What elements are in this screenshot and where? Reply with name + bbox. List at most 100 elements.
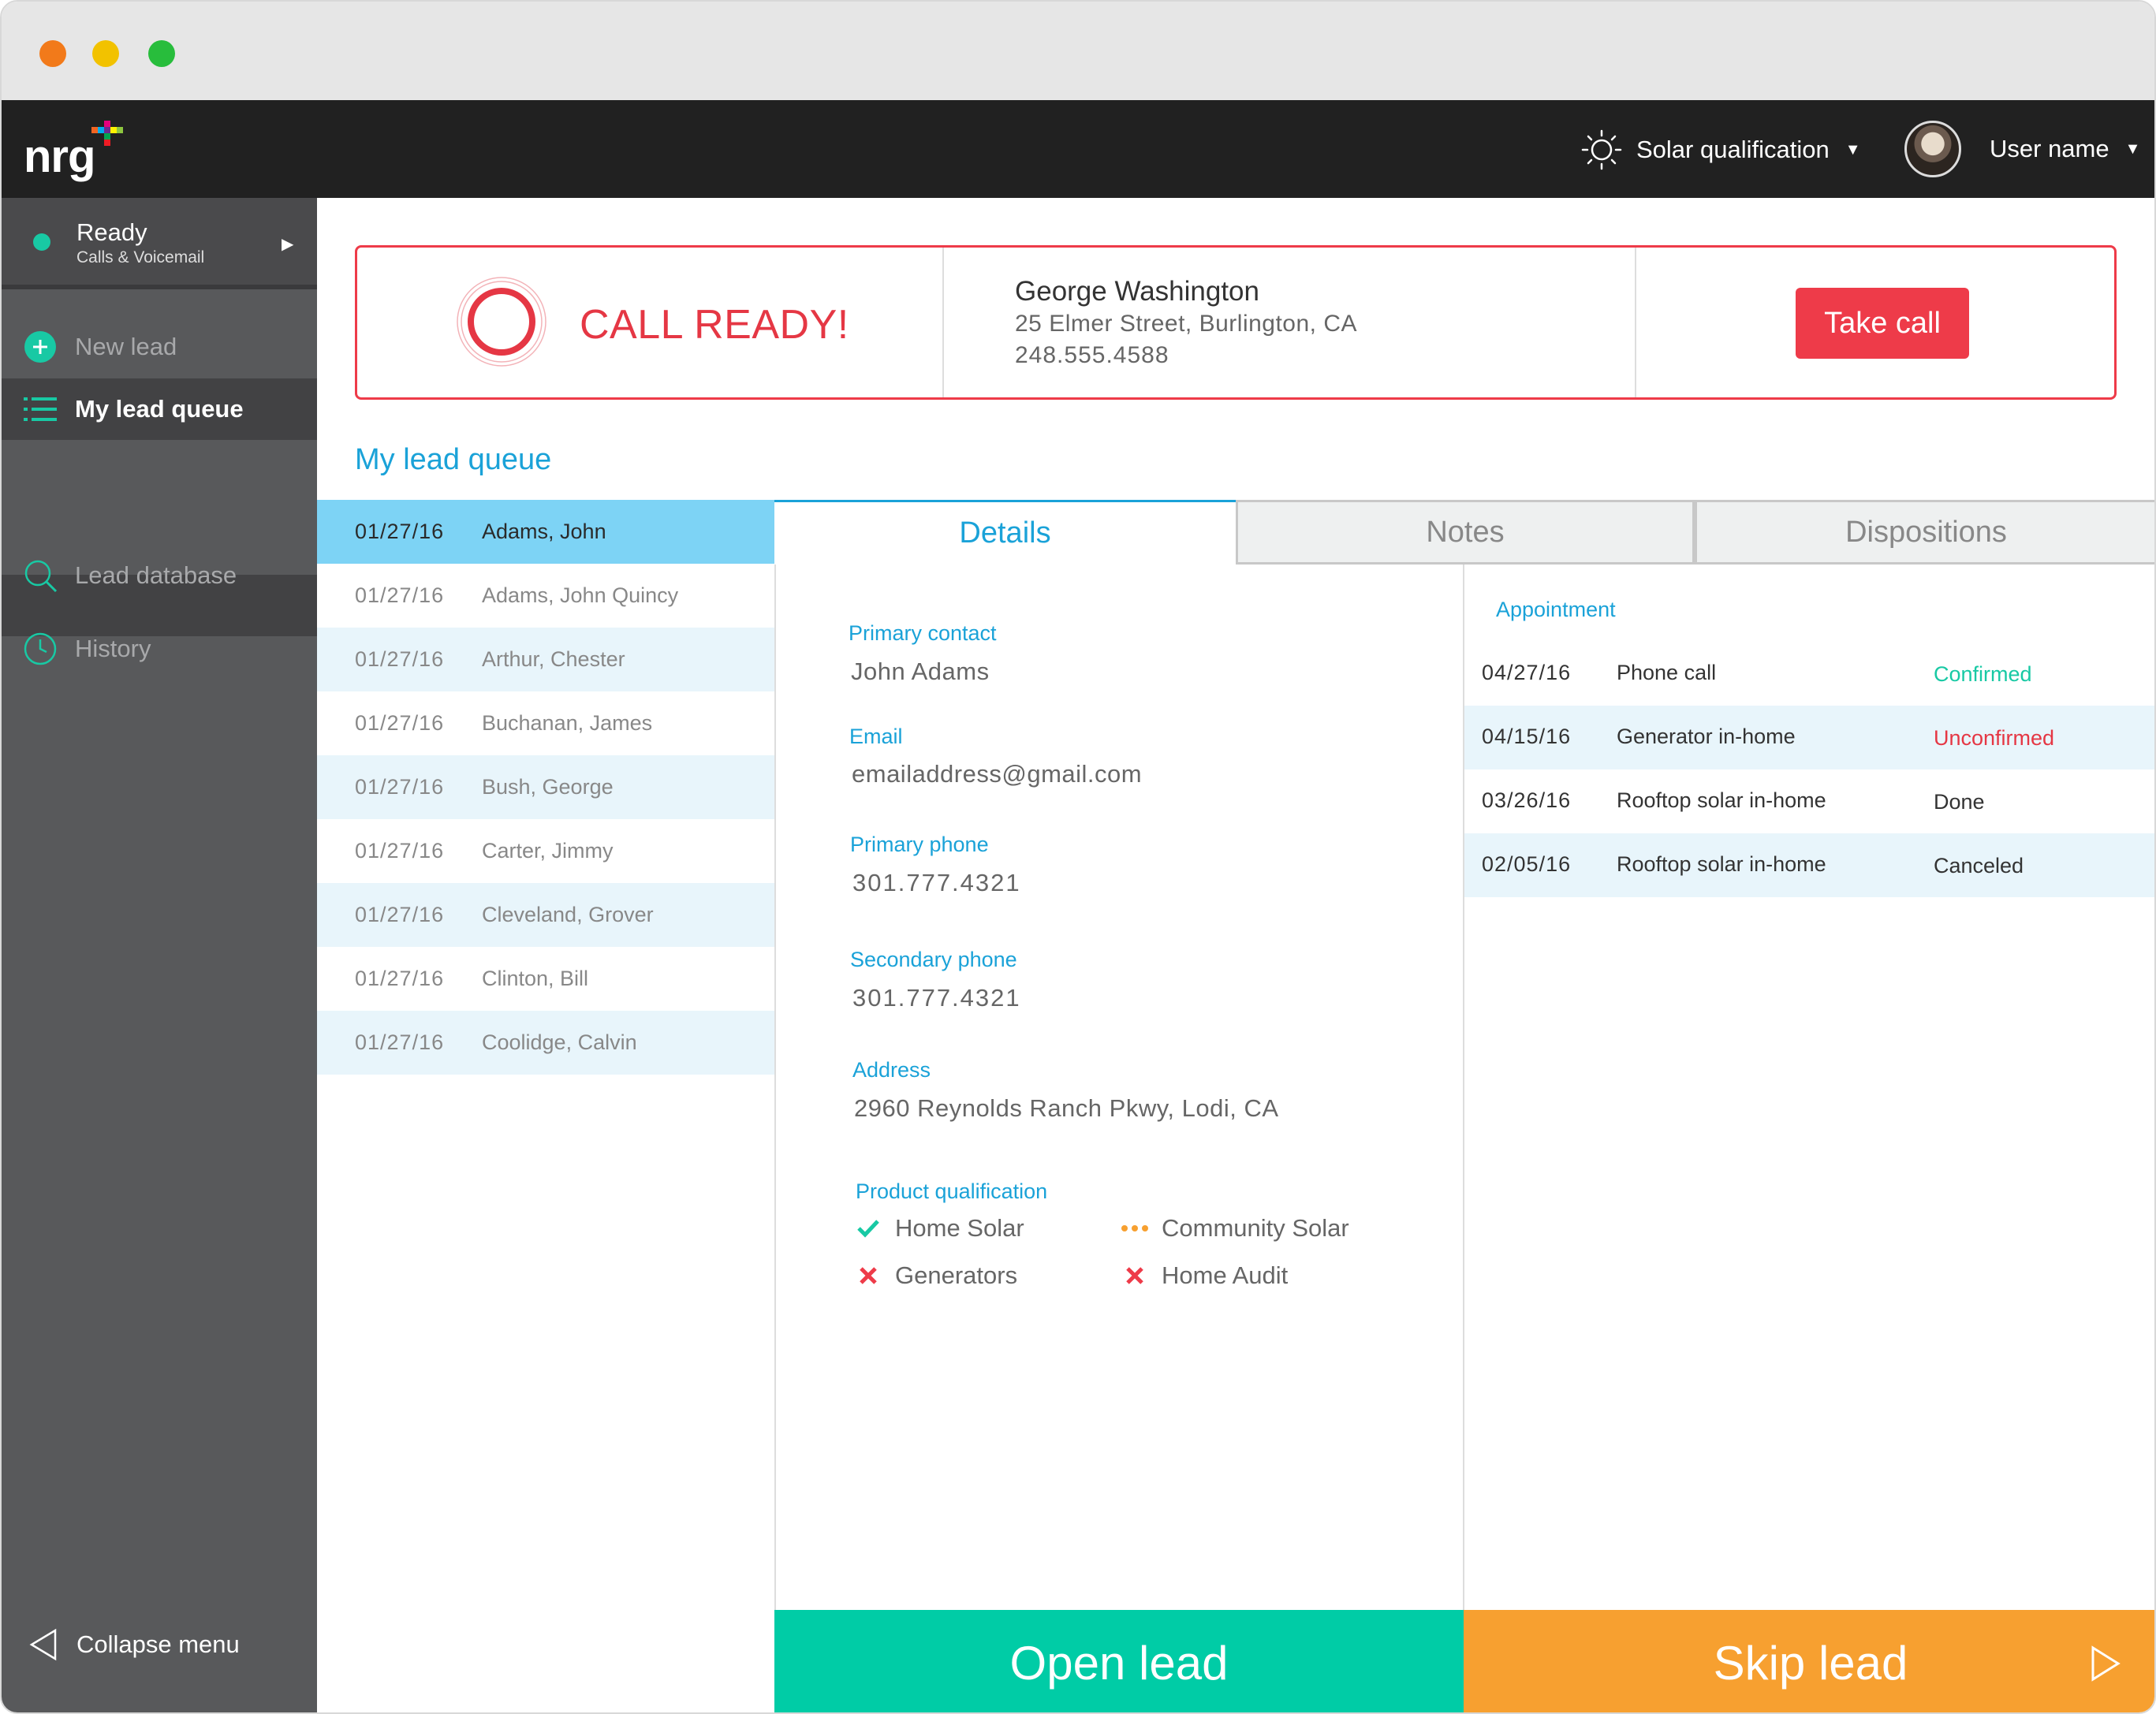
queue-name: Adams, John Quincy [482, 583, 679, 607]
tab-notes[interactable]: Notes [1236, 500, 1695, 565]
user-name: User name [1990, 135, 2109, 162]
caller-address: 25 Elmer Street, Burlington, CA [1015, 311, 1358, 337]
collapse-arrow-icon [29, 1628, 57, 1661]
queue-date: 01/27/16 [355, 647, 445, 671]
sidebar-item-new-lead[interactable]: New lead [2, 316, 317, 378]
agent-status[interactable]: Ready Calls & Voicemail ▶ [2, 198, 317, 289]
app-window: nrg Solar qualification ▼ User name ▼ Re… [0, 0, 2156, 1714]
queue-date: 01/27/16 [355, 903, 445, 926]
product-qualification-label: Product qualification [856, 1179, 1048, 1203]
lead-detail-panel: Details Notes Dispositions Primary conta… [774, 500, 2154, 1712]
queue-date: 01/27/16 [355, 839, 445, 863]
secondary-phone-label: Secondary phone [850, 948, 1017, 971]
queue-name: Arthur, Chester [482, 647, 625, 671]
queue-name: Carter, Jimmy [482, 839, 614, 863]
lead-queue-list: 01/27/16 Adams, John 01/27/16 Adams, Joh… [317, 500, 801, 1075]
appointment-row[interactable]: 02/05/16 Rooftop solar in-home Canceled [1464, 833, 2154, 897]
product-home-solar: Home Solar [852, 1214, 1024, 1243]
queue-row[interactable]: 01/27/16 Arthur, Chester [317, 628, 774, 691]
caller-phone: 248.555.4588 [1015, 342, 1169, 368]
close-window-button[interactable] [39, 40, 66, 67]
avatar [1904, 121, 1961, 177]
primary-phone-value[interactable]: 301.777.4321 [852, 869, 1021, 897]
appointment-row[interactable]: 04/15/16 Generator in-home Unconfirmed [1464, 706, 2154, 769]
check-icon [852, 1218, 884, 1239]
queue-row[interactable]: 01/27/16 Coolidge, Calvin [317, 1011, 774, 1075]
search-icon [24, 560, 58, 593]
queue-date: 01/27/16 [355, 967, 445, 990]
solar-qualification-dropdown[interactable]: Solar qualification ▼ [1581, 129, 1861, 171]
appointment-date: 03/26/16 [1482, 788, 1572, 812]
status-subtitle: Calls & Voicemail [76, 248, 205, 266]
user-menu[interactable]: User name ▼ [1904, 119, 2140, 179]
minimize-window-button[interactable] [92, 40, 119, 67]
queue-row[interactable]: 01/27/16 Bush, George [317, 755, 774, 819]
nrg-logo[interactable]: nrg [24, 116, 134, 187]
open-lead-button[interactable]: Open lead [774, 1610, 1464, 1712]
collapse-menu-button[interactable]: Collapse menu [2, 1617, 317, 1672]
queue-row[interactable]: 01/27/16 Clinton, Bill [317, 947, 774, 1011]
chevron-down-icon: ▼ [2124, 140, 2141, 158]
address-label: Address [852, 1058, 931, 1082]
collapse-menu-label: Collapse menu [76, 1630, 240, 1658]
tab-dispositions[interactable]: Dispositions [1695, 500, 2154, 565]
queue-name: Cleveland, Grover [482, 903, 654, 926]
sidebar-item-label: History [75, 635, 151, 662]
maximize-window-button[interactable] [148, 40, 175, 67]
primary-contact-value: John Adams [851, 658, 990, 685]
divider [942, 248, 944, 397]
caller-name: George Washington [1015, 276, 1259, 307]
list-icon [24, 397, 57, 421]
appointment-type: Phone call [1617, 661, 1717, 684]
appointment-row[interactable]: 04/27/16 Phone call Confirmed [1464, 642, 2154, 706]
queue-name: Adams, John [482, 520, 606, 543]
skip-lead-label: Skip lead [1713, 1636, 1908, 1690]
appointment-label: Appointment [1496, 598, 1616, 621]
appointment-row[interactable]: 03/26/16 Rooftop solar in-home Done [1464, 769, 2154, 833]
queue-row-selected[interactable]: 01/27/16 Adams, John [317, 500, 801, 564]
email-label: Email [849, 725, 903, 748]
appointment-date: 02/05/16 [1482, 852, 1572, 876]
queue-row[interactable]: 01/27/16 Cleveland, Grover [317, 883, 774, 947]
queue-date: 01/27/16 [355, 711, 445, 735]
appointment-type: Rooftop solar in-home [1617, 788, 1826, 812]
queue-row[interactable]: 01/27/16 Carter, Jimmy [317, 819, 774, 883]
sidebar-item-history[interactable]: History [2, 618, 317, 680]
skip-lead-button[interactable]: Skip lead [1464, 1610, 2154, 1712]
queue-name: Buchanan, James [482, 711, 653, 735]
incoming-call-panel: CALL READY! George Washington 25 Elmer S… [355, 245, 2117, 400]
divider [774, 565, 776, 1637]
appointment-status: Confirmed [1934, 662, 2032, 686]
pending-dots-icon [1119, 1224, 1151, 1232]
x-icon [852, 1266, 884, 1285]
appointment-status: Unconfirmed [1934, 726, 2055, 750]
product-name: Community Solar [1162, 1214, 1349, 1242]
address-value: 2960 Reynolds Ranch Pkwy, Lodi, CA [854, 1094, 1279, 1122]
tab-details[interactable]: Details [774, 500, 1236, 565]
sidebar-item-label: My lead queue [75, 395, 244, 423]
top-bar: nrg Solar qualification ▼ User name ▼ [2, 100, 2154, 198]
product-name: Home Audit [1162, 1261, 1289, 1289]
primary-contact-label: Primary contact [849, 621, 997, 645]
product-name: Generators [895, 1261, 1018, 1289]
email-value[interactable]: emailaddress@gmail.com [852, 760, 1142, 788]
product-home-audit: Home Audit [1119, 1261, 1288, 1290]
secondary-phone-value[interactable]: 301.777.4321 [852, 984, 1021, 1012]
play-arrow-icon [2091, 1645, 2121, 1682]
queue-row[interactable]: 01/27/16 Buchanan, James [317, 691, 774, 755]
queue-row[interactable]: 01/27/16 Adams, John Quincy [317, 564, 774, 628]
logo-dots-icon [91, 121, 123, 152]
take-call-button[interactable]: Take call [1796, 288, 1969, 359]
chevron-down-icon: ▼ [1845, 140, 1861, 158]
status-title: Ready [76, 218, 147, 246]
status-indicator-icon [33, 233, 50, 251]
sidebar-item-label: New lead [75, 333, 177, 360]
sidebar-item-lead-database[interactable]: Lead database [2, 545, 317, 606]
sidebar-item-my-lead-queue-active[interactable]: My lead queue [2, 378, 317, 440]
queue-date: 01/27/16 [355, 583, 445, 607]
window-titlebar [2, 2, 2154, 100]
queue-date: 01/27/16 [355, 520, 445, 543]
queue-title: My lead queue [355, 443, 552, 476]
appointment-date: 04/27/16 [1482, 661, 1572, 684]
solar-qualification-label: Solar qualification [1636, 136, 1830, 163]
